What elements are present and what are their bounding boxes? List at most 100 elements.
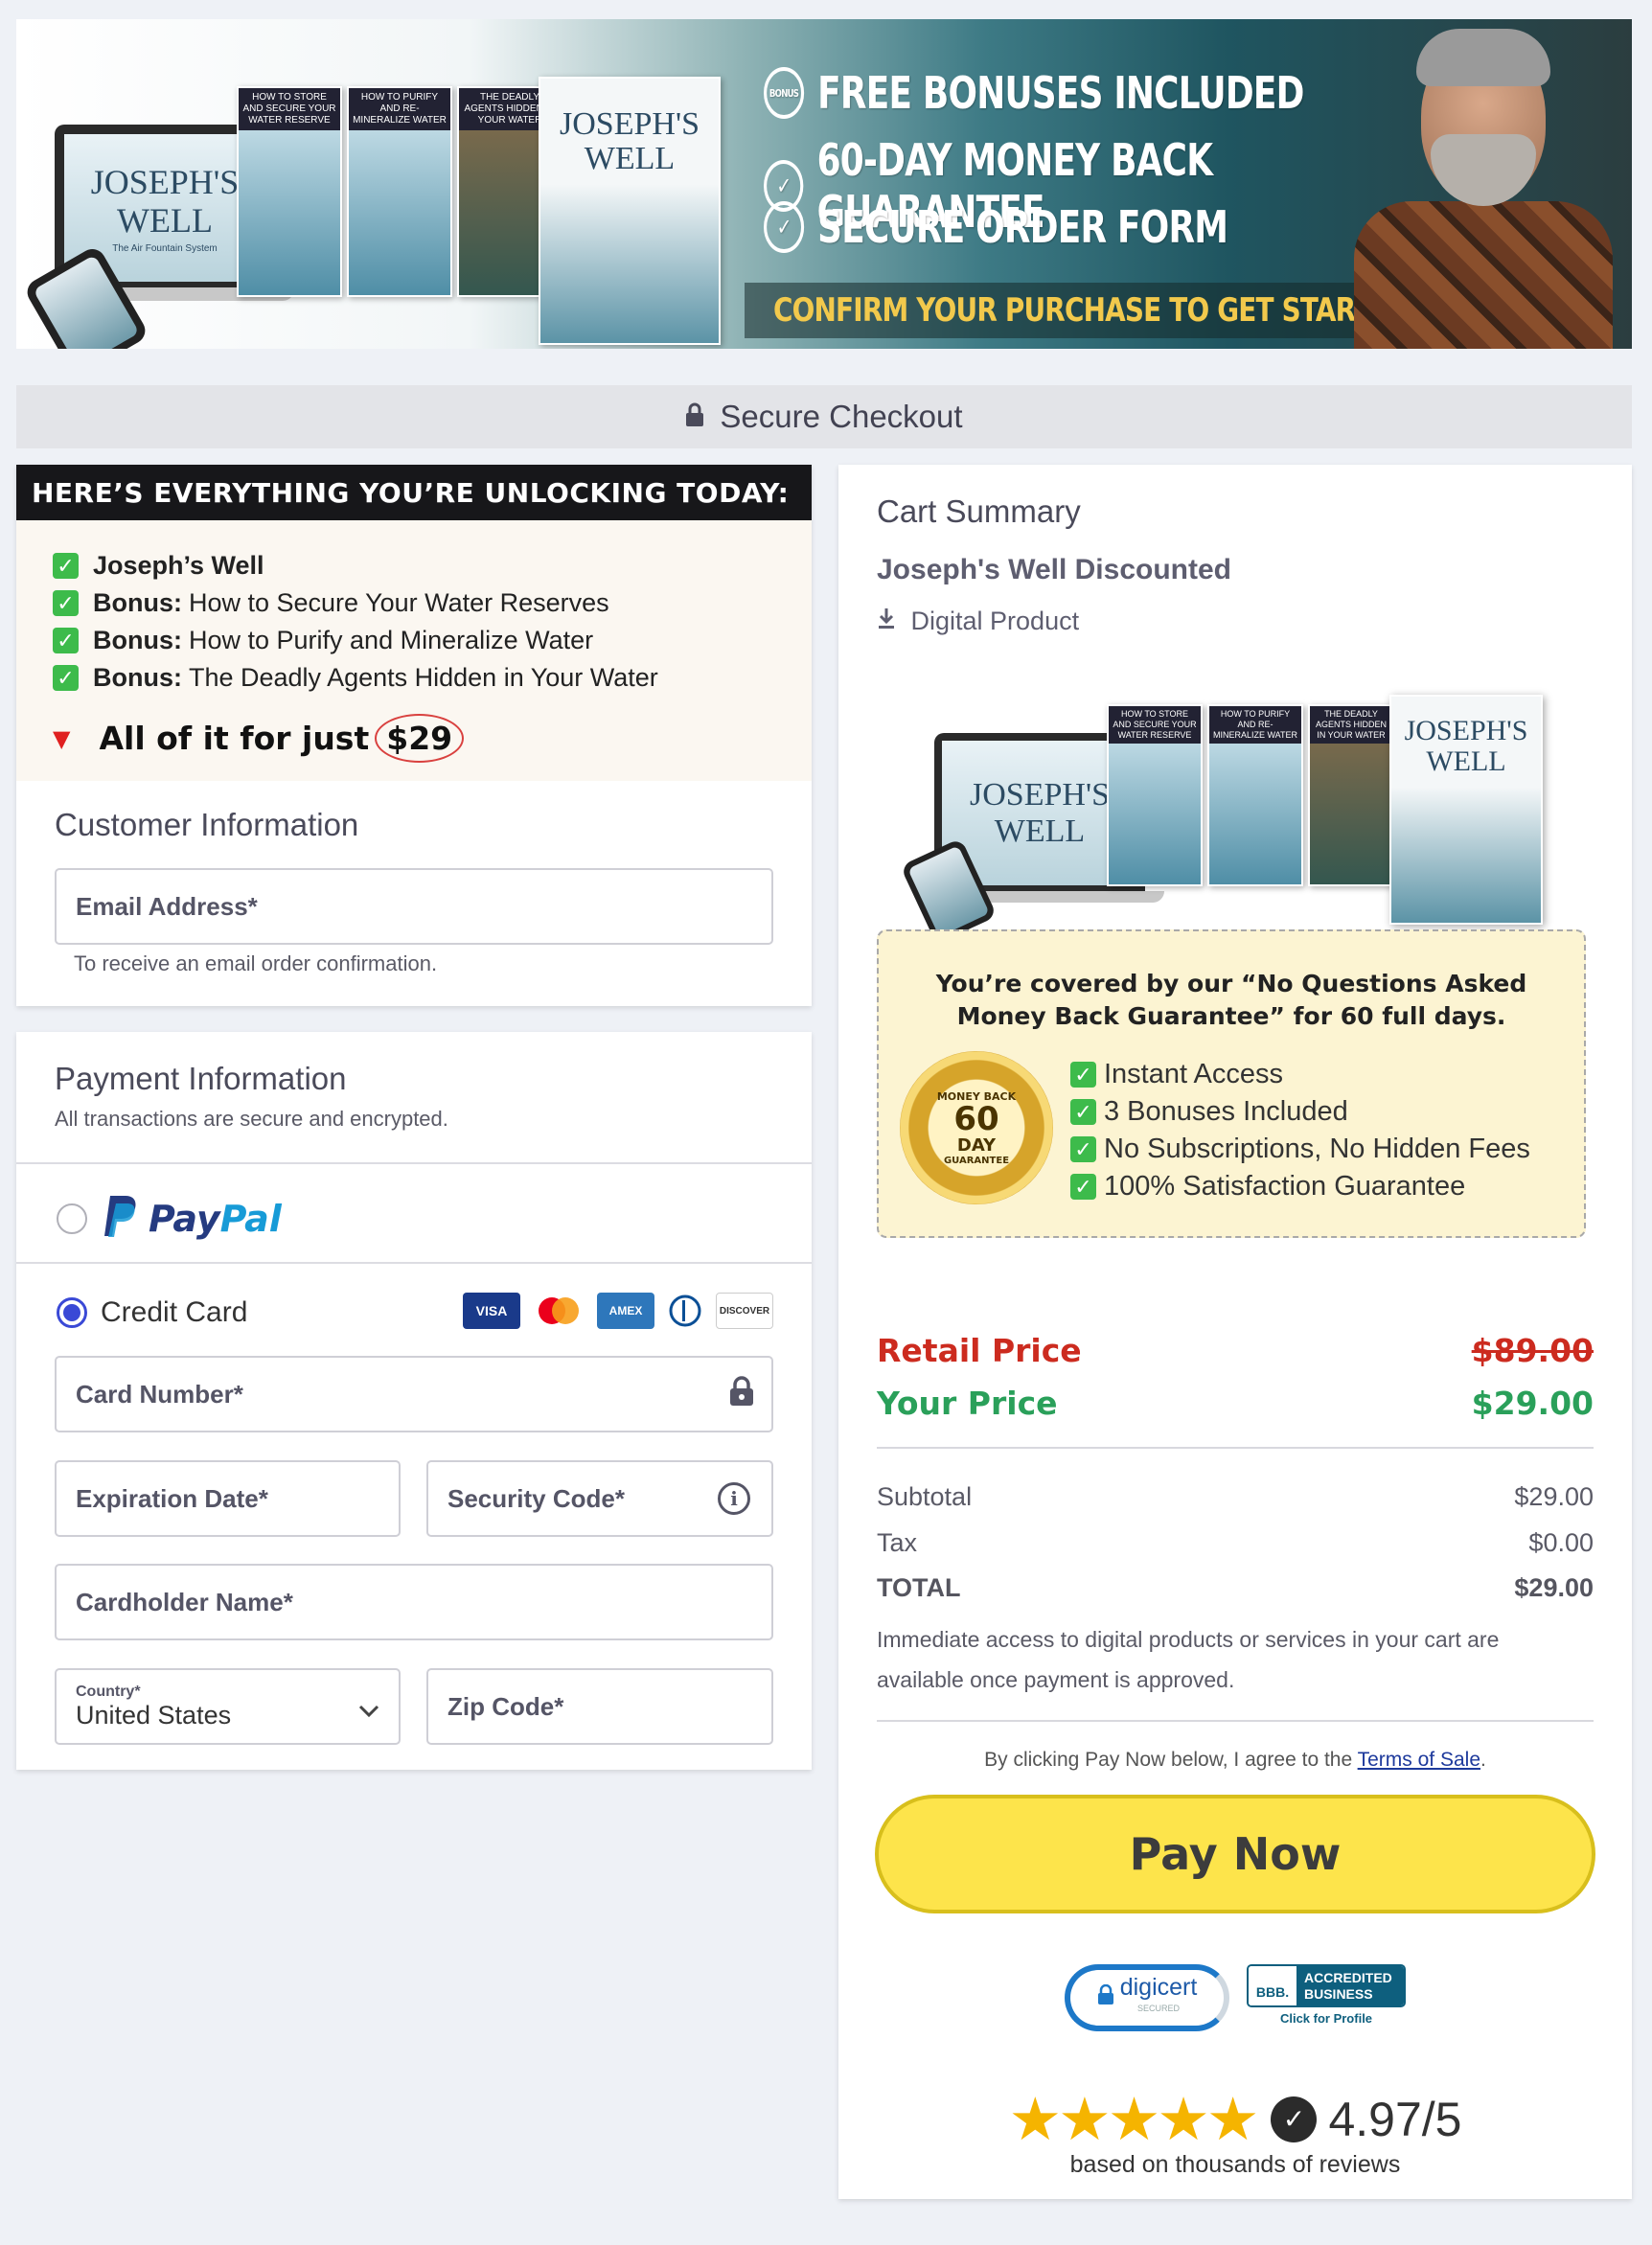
five-stars-icon: ★★★★★ xyxy=(1008,2087,1260,2153)
cart-summary-panel: Cart Summary Joseph's Well Discounted Di… xyxy=(838,465,1632,2199)
payment-panel: Payment Information All transactions are… xyxy=(16,1032,812,1770)
offer-price: $29 xyxy=(375,714,465,763)
lock-icon xyxy=(729,1375,754,1413)
credit-card-option[interactable]: Credit Card xyxy=(57,1289,247,1337)
card-number-field[interactable]: Card Number* xyxy=(55,1356,773,1432)
cardholder-name-field[interactable]: Cardholder Name* xyxy=(55,1564,773,1640)
bonus-book-1: HOW TO STORE AND SECURE YOUR WATER RESER… xyxy=(237,86,342,297)
email-field[interactable]: Email Address* xyxy=(55,868,773,945)
shield-check-icon: ✓ xyxy=(764,201,805,253)
bbb-line-2: BUSINESS xyxy=(1304,1985,1373,2002)
verified-check-icon: ✓ xyxy=(1271,2096,1318,2142)
credit-card-radio[interactable] xyxy=(57,1297,87,1328)
zip-code-field[interactable]: Zip Code* xyxy=(426,1668,773,1745)
unlock-list: ✓ Joseph’s Well ✓ Bonus: How to Secure Yo… xyxy=(16,520,812,781)
secure-checkout-bar: Secure Checkout xyxy=(16,385,1632,448)
triangle-down-icon: ▼ xyxy=(53,724,71,752)
chevron-down-icon xyxy=(358,1695,379,1725)
main-book: JOSEPH'S WELL xyxy=(539,77,721,345)
banner-cta: CONFIRM YOUR PURCHASE TO GET STARTED NOW… xyxy=(745,283,1503,338)
discover-icon: DISCOVER xyxy=(716,1293,773,1329)
amex-icon: AMEX xyxy=(597,1293,654,1329)
banner-line-bonuses: BONUS FREE BONUSES INCLUDED xyxy=(764,67,1304,119)
checkbox-check-icon: ✓ xyxy=(1070,1099,1096,1125)
guarantee-list: ✓ Instant Access ✓ 3 Bonuses Included ✓ No … xyxy=(1070,1056,1530,1205)
unlock-item: ✓ Bonus: How to Purify and Mineralize Wat… xyxy=(53,622,812,659)
retail-price-row: Retail Price $89.00 xyxy=(877,1332,1594,1369)
bbb-click-profile: Click for Profile xyxy=(1279,2011,1373,2026)
checkbox-check-icon: ✓ xyxy=(1070,1136,1096,1162)
checkbox-check-icon: ✓ xyxy=(53,665,79,691)
bbb-logo-icon: BBB. xyxy=(1249,1966,1296,2005)
offer-price-line: ▼ All of it for just $29 xyxy=(53,714,812,763)
paypal-logo-icon xyxy=(103,1194,139,1245)
cart-product-name: Joseph's Well Discounted xyxy=(877,554,1231,585)
spokesman-photo xyxy=(1354,19,1613,349)
pay-now-button[interactable]: Pay Now xyxy=(875,1795,1595,1913)
security-code-field[interactable]: Security Code* i xyxy=(426,1460,773,1537)
card-logos: VISA AMEX DISCOVER xyxy=(453,1293,773,1329)
retail-price-label: Retail Price xyxy=(877,1332,1082,1369)
unlock-item: ✓ Bonus: How to Secure Your Water Reserve… xyxy=(53,584,812,622)
bonus-badge-icon: BONUS xyxy=(764,67,805,119)
expiration-date-field[interactable]: Expiration Date* xyxy=(55,1460,401,1537)
country-label: Country* xyxy=(76,1683,141,1700)
paypal-radio[interactable] xyxy=(57,1203,87,1234)
credit-card-label: Credit Card xyxy=(101,1296,248,1328)
guarantee-item: ✓ Instant Access xyxy=(1070,1056,1530,1093)
cart-book-3-title: THE DEADLY AGENTS HIDDEN IN YOUR WATER xyxy=(1310,706,1392,744)
divider xyxy=(877,1720,1594,1722)
subtotal-row: Subtotal $29.00 xyxy=(877,1482,1594,1511)
checkbox-check-icon: ✓ xyxy=(53,628,79,653)
divider xyxy=(877,1447,1594,1449)
divider xyxy=(16,1262,812,1264)
access-disclaimer: Immediate access to digital products or … xyxy=(877,1627,1500,1692)
bbb-line-1: ACCREDITED xyxy=(1304,1969,1392,1985)
retail-price-value: $89.00 xyxy=(1471,1332,1594,1369)
cart-laptop-title: JOSEPH'S WELL xyxy=(970,776,1110,849)
unlock-item: ✓ Bonus: The Deadly Agents Hidden in Your… xyxy=(53,659,812,697)
guarantee-item: ✓ No Subscriptions, No Hidden Fees xyxy=(1070,1131,1530,1168)
terms-agreement: By clicking Pay Now below, I agree to th… xyxy=(984,1749,1486,1771)
checkbox-check-icon: ✓ xyxy=(1070,1174,1096,1200)
60-day-guarantee-seal-icon: MONEY BACK 60 DAY GUARANTEE xyxy=(900,1051,1053,1204)
guarantee-item: ✓ 100% Satisfaction Guarantee xyxy=(1070,1168,1530,1205)
paypal-option[interactable]: PayPal xyxy=(57,1185,282,1252)
customer-info-panel: HERE’S EVERYTHING YOU’RE UNLOCKING TODAY… xyxy=(16,465,812,1006)
terms-of-sale-link[interactable]: Terms of Sale xyxy=(1358,1749,1480,1771)
checkbox-check-icon: ✓ xyxy=(1070,1062,1096,1088)
product-bundle-image: JOSEPH'S WELL HOW TO STORE AND SECURE YO… xyxy=(877,685,1586,945)
country-select[interactable]: Country* United States xyxy=(55,1668,401,1745)
visa-icon: VISA xyxy=(463,1293,520,1329)
info-icon[interactable]: i xyxy=(718,1482,750,1515)
reviews-caption: based on thousands of reviews xyxy=(1069,2151,1401,2178)
lock-icon xyxy=(685,399,704,435)
digicert-label: digicert xyxy=(1119,1974,1198,2001)
bbb-accredited-badge[interactable]: BBB. ACCREDITED BUSINESS Click for Profi… xyxy=(1247,1964,1406,2026)
your-price-label: Your Price xyxy=(877,1385,1058,1422)
unlock-heading: HERE’S EVERYTHING YOU’RE UNLOCKING TODAY… xyxy=(16,465,812,520)
secure-checkout-label: Secure Checkout xyxy=(720,399,963,434)
divider xyxy=(16,1162,812,1164)
diners-club-icon xyxy=(664,1293,706,1329)
paypal-label-pal: Pal xyxy=(219,1198,282,1240)
cart-main-book-title: JOSEPH'S WELL xyxy=(1404,715,1528,777)
payment-subtitle: All transactions are secure and encrypte… xyxy=(55,1107,448,1131)
digicert-seal[interactable]: digicert SECURED xyxy=(1065,1964,1229,2031)
cart-book-1-title: HOW TO STORE AND SECURE YOUR WATER RESER… xyxy=(1109,706,1201,744)
cart-book-2-title: HOW TO PURIFY AND RE-MINERALIZE WATER xyxy=(1209,706,1301,744)
total-row: TOTAL $29.00 xyxy=(877,1573,1594,1602)
laptop-book-subtitle: The Air Fountain System xyxy=(112,242,218,254)
seal-day: DAY xyxy=(956,1134,997,1156)
hero-banner: JOSEPH'S WELL The Air Fountain System HO… xyxy=(16,19,1632,349)
mastercard-icon xyxy=(530,1293,587,1329)
guarantee-line-2: Money Back Guarantee” for 60 full days. xyxy=(956,1002,1506,1030)
checkbox-check-icon: ✓ xyxy=(53,590,79,616)
guarantee-line-1: You’re covered by our “No Questions Aske… xyxy=(935,970,1527,997)
banner-line-secure: ✓ SECURE ORDER FORM xyxy=(764,201,1228,253)
trust-badges: digicert SECURED BBB. ACCREDITED BUSINES… xyxy=(838,1964,1632,2031)
digicert-secured: SECURED xyxy=(1136,2004,1180,2013)
your-price-row: Your Price $29.00 xyxy=(877,1385,1594,1422)
email-hint: To receive an email order confirmation. xyxy=(74,951,438,975)
your-price-value: $29.00 xyxy=(1471,1385,1594,1422)
